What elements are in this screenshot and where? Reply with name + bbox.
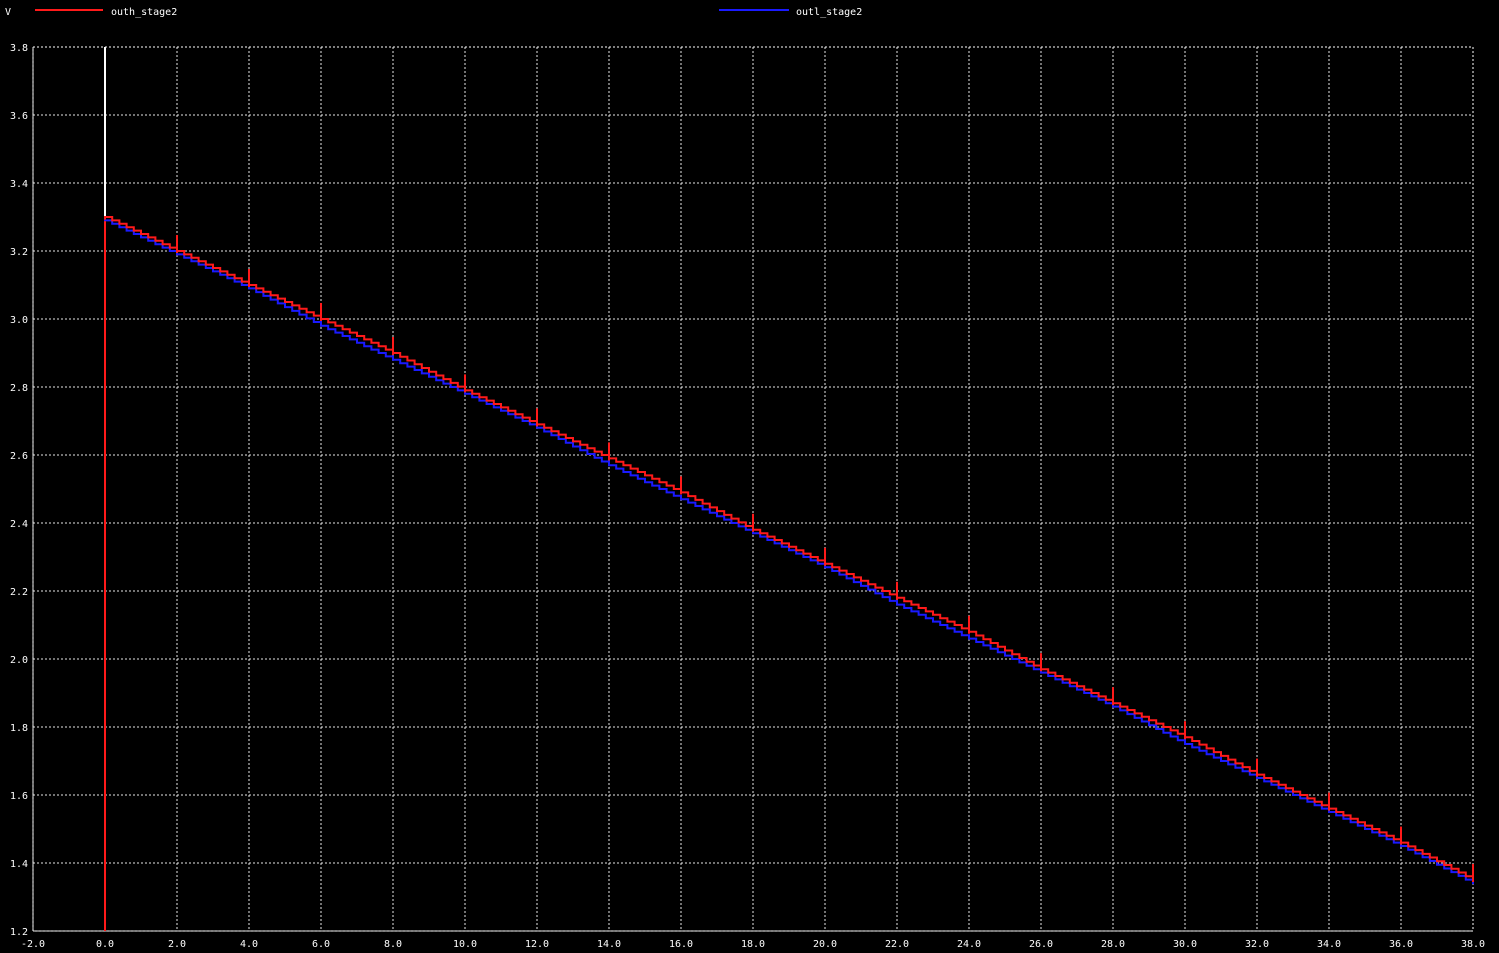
x-tick-label: 12.0 — [525, 939, 549, 950]
x-tick-label: 14.0 — [597, 939, 621, 950]
y-tick-label: 1.2 — [10, 927, 28, 938]
x-tick-label: 18.0 — [741, 939, 765, 950]
outl-point — [1040, 671, 1042, 674]
y-axis-unit-label: V — [5, 7, 11, 18]
y-tick-label: 3.0 — [10, 315, 28, 326]
waveform-plot: outh_stage2 outl_stage2 V 1.2 1.4 1.6 1.8 2.… — [5, 7, 1485, 950]
outl-point — [1184, 743, 1186, 745]
outl-point — [1112, 705, 1114, 708]
legend-label-outl: outl_stage2 — [796, 7, 862, 18]
y-tick-label: 3.8 — [10, 43, 28, 54]
y-tick-label: 1.8 — [10, 723, 28, 734]
legend-label-outh: outh_stage2 — [111, 7, 177, 18]
outl-point — [608, 464, 610, 467]
outl-point — [968, 637, 970, 640]
x-tick-label: 8.0 — [384, 939, 402, 950]
x-tick-label: 20.0 — [813, 939, 837, 950]
outl-point — [248, 287, 250, 290]
y-tick-label: 3.6 — [10, 111, 28, 122]
outl-point — [464, 392, 466, 395]
x-tick-label: 0.0 — [96, 939, 114, 950]
outl-point — [176, 253, 178, 256]
y-tick-label: 2.8 — [10, 383, 28, 394]
x-tick-label: 30.0 — [1173, 939, 1197, 950]
outl-point — [824, 566, 826, 569]
outl-point — [320, 324, 322, 327]
legend-item-outl[interactable]: outl_stage2 — [719, 7, 862, 18]
x-tick-label: 26.0 — [1029, 939, 1053, 950]
outl-point — [752, 532, 754, 535]
y-tick-label: 1.6 — [10, 791, 28, 802]
x-tick-label: 4.0 — [240, 939, 258, 950]
series-line-outh — [104, 216, 1474, 931]
outl-point — [1256, 777, 1258, 779]
x-tick-label: 22.0 — [885, 939, 909, 950]
y-tick-label: 2.2 — [10, 587, 28, 598]
x-tick-label: 16.0 — [669, 939, 693, 950]
y-tick-label: 2.6 — [10, 451, 28, 462]
series-line-outl — [105, 219, 1474, 884]
x-tick-label: 38.0 — [1461, 939, 1485, 950]
x-axis: -2.0 0.0 2.0 4.0 6.0 8.0 10.0 12.0 14.0 16.0 18.0 2… — [21, 939, 1485, 950]
y-tick-label: 3.4 — [10, 179, 28, 190]
outl-point — [1472, 882, 1474, 885]
x-tick-label: 2.0 — [168, 939, 186, 950]
y-tick-label: 2.4 — [10, 519, 28, 530]
outl-point — [680, 498, 682, 501]
grid — [32, 46, 1474, 932]
x-tick-label: 28.0 — [1101, 939, 1125, 950]
x-tick-label: 32.0 — [1245, 939, 1269, 950]
x-tick-label: 34.0 — [1317, 939, 1341, 950]
y-axis: 1.2 1.4 1.6 1.8 2.0 2.2 2.4 2.6 2.8 3.0 3.2 3.4 3.6 3… — [10, 43, 28, 938]
x-tick-label: -2.0 — [21, 939, 45, 950]
legend: outh_stage2 outl_stage2 — [35, 7, 862, 18]
x-tick-label: 6.0 — [312, 939, 330, 950]
y-tick-label: 1.4 — [10, 859, 28, 870]
outl-point — [104, 219, 106, 222]
x-tick-label: 24.0 — [957, 939, 981, 950]
x-tick-label: 10.0 — [453, 939, 477, 950]
legend-item-outh[interactable]: outh_stage2 — [35, 7, 177, 18]
series-layer — [104, 47, 1474, 931]
outl-point — [896, 603, 898, 606]
y-tick-label: 3.2 — [10, 247, 28, 258]
y-tick-label: 2.0 — [10, 655, 28, 666]
outl-point — [1328, 811, 1330, 813]
outl-point — [392, 358, 394, 361]
x-tick-label: 36.0 — [1389, 939, 1413, 950]
outl-point — [1400, 845, 1402, 847]
outl-point — [536, 426, 538, 429]
